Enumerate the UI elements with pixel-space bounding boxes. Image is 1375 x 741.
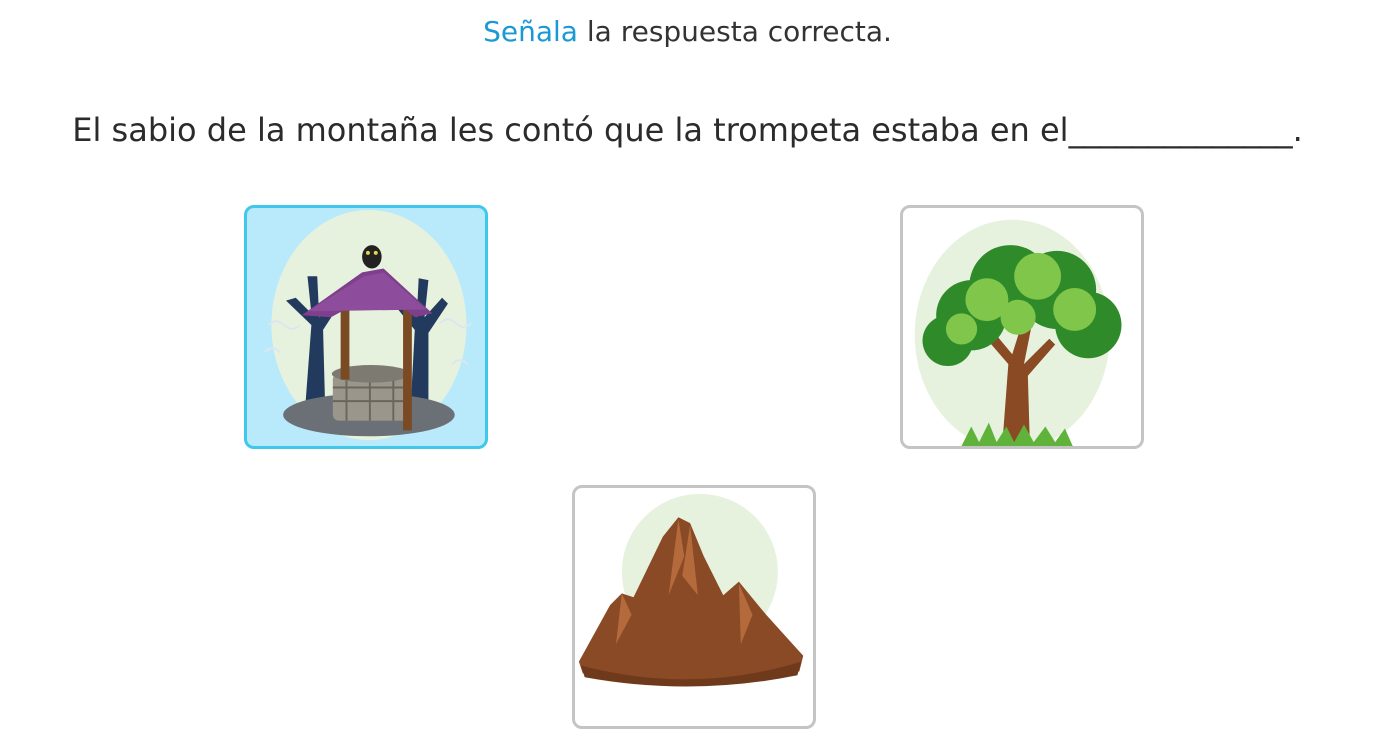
instruction-highlight: Señala [483, 15, 578, 48]
question-text: El sabio de la montaña les contó que la … [72, 111, 1303, 149]
mountain-icon [578, 493, 804, 687]
well-icon [263, 209, 473, 441]
option-card-well[interactable] [244, 205, 488, 449]
tree-icon [914, 219, 1122, 446]
option-card-tree[interactable] [900, 205, 1144, 449]
instruction-rest: la respuesta correcta. [577, 15, 892, 48]
option-card-mountain[interactable] [572, 485, 816, 729]
instruction-text: Señala la respuesta correcta. [0, 14, 1375, 50]
